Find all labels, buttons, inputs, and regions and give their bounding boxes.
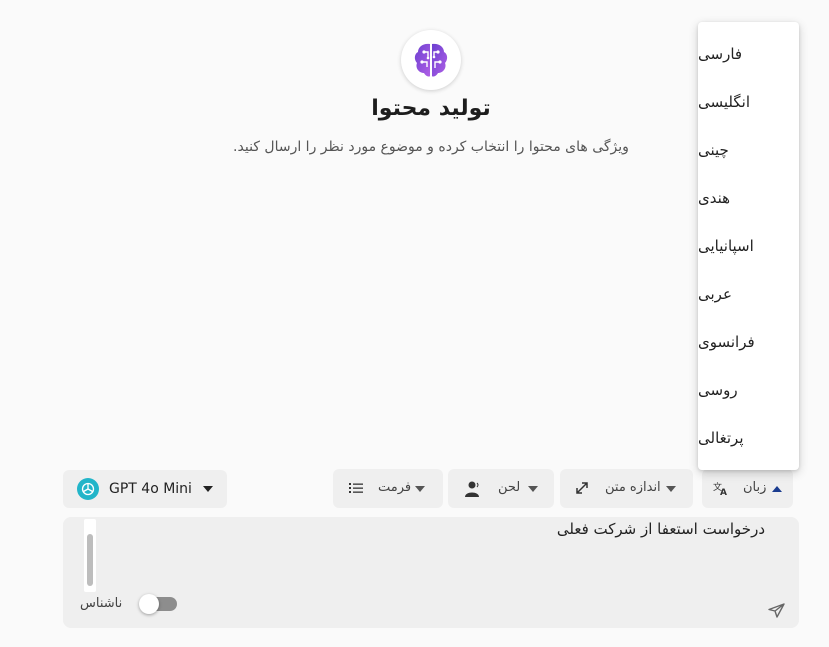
chevron-down-icon	[528, 486, 538, 492]
language-option[interactable]: فارسی	[698, 30, 799, 78]
scrollbar[interactable]	[84, 519, 96, 592]
prompt-input-area[interactable]: درخواست استعفا از شرکت فعلی ناشناس	[63, 517, 799, 628]
send-icon[interactable]	[767, 600, 787, 620]
language-option[interactable]: روسی	[698, 366, 799, 414]
language-label: زبان	[743, 480, 767, 495]
chevron-up-icon	[772, 486, 782, 492]
language-option[interactable]: هندی	[698, 174, 799, 222]
language-option[interactable]: عربی	[698, 270, 799, 318]
chevron-down-icon	[666, 486, 676, 492]
language-option[interactable]: انگلیسی	[698, 78, 799, 126]
app-logo	[401, 30, 461, 90]
toggle-knob	[139, 594, 159, 614]
chevron-down-icon	[203, 486, 213, 492]
voice-person-icon	[464, 480, 482, 498]
brain-circuit-icon	[414, 43, 448, 77]
text-size-select[interactable]: اندازه متن	[560, 469, 693, 508]
anonymous-toggle[interactable]	[139, 594, 177, 614]
text-size-label: اندازه متن	[605, 480, 661, 495]
language-option[interactable]: پرتغالی	[698, 414, 799, 462]
expand-icon	[575, 481, 589, 495]
scrollbar-thumb[interactable]	[87, 534, 93, 586]
tone-select[interactable]: لحن	[448, 469, 554, 508]
language-menu: فارسی انگلیسی چینی هندی اسپانیایی عربی ف…	[698, 22, 799, 470]
openai-icon	[77, 478, 99, 500]
prompt-input[interactable]: درخواست استعفا از شرکت فعلی	[557, 520, 765, 538]
tone-label: لحن	[498, 480, 521, 495]
model-label: GPT 4o Mini	[109, 481, 192, 497]
page-subtitle: ویژگی های محتوا را انتخاب کرده و موضوع م…	[233, 139, 629, 155]
list-icon	[349, 482, 363, 494]
format-label: فرمت	[378, 480, 412, 495]
translate-icon: 文A	[713, 480, 729, 498]
page-title: تولید محتوا	[371, 96, 491, 121]
svg-text:A: A	[720, 488, 727, 496]
language-option[interactable]: فرانسوی	[698, 318, 799, 366]
format-select[interactable]: فرمت	[333, 469, 443, 508]
chevron-down-icon	[415, 486, 425, 492]
model-select[interactable]: GPT 4o Mini	[63, 470, 227, 508]
language-option[interactable]: چینی	[698, 126, 799, 174]
language-select[interactable]: 文A زبان	[702, 469, 793, 508]
language-option[interactable]: اسپانیایی	[698, 222, 799, 270]
anonymous-label: ناشناس	[80, 596, 123, 611]
